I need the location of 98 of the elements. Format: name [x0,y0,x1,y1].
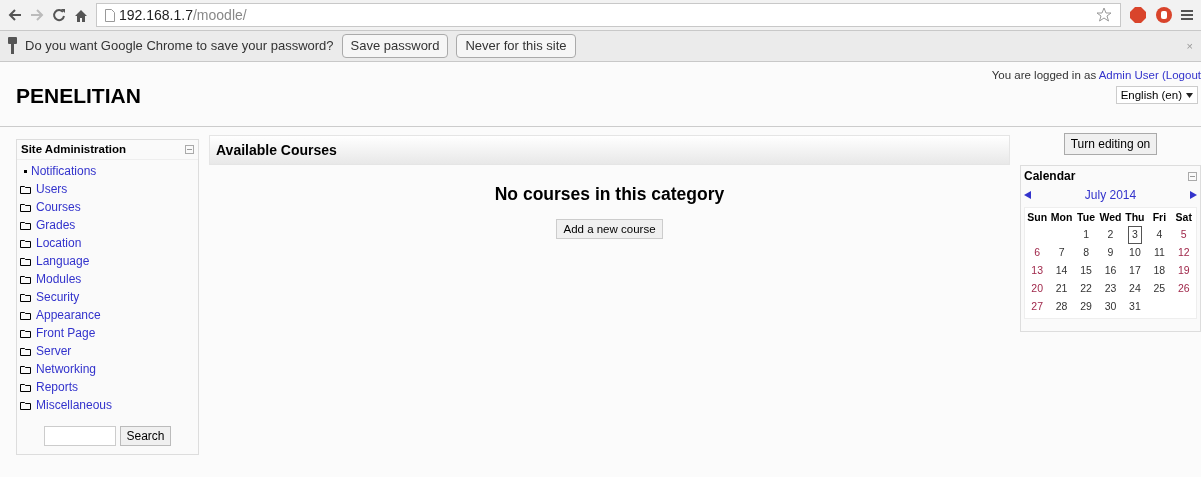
prev-month-icon[interactable] [1024,191,1031,199]
calendar-day[interactable]: 10 [1125,244,1145,262]
calendar-day[interactable]: 9 [1103,244,1118,262]
logout-link[interactable]: (Logout [1162,69,1201,81]
calendar-day[interactable]: 23 [1100,280,1121,298]
collapse-icon[interactable] [1188,171,1197,181]
folder-icon [20,346,31,356]
folder-icon [20,400,31,410]
empty-message: No courses in this category [494,183,725,206]
folder-icon [20,310,31,320]
star-icon[interactable] [1096,7,1112,23]
weekday-label: Mon [1049,210,1074,226]
admin-link[interactable]: Miscellaneous [36,396,113,414]
next-month-icon[interactable] [1190,191,1197,199]
folder-icon [20,202,31,212]
calendar-day[interactable]: 4 [1152,226,1167,244]
admin-link[interactable]: Networking [36,360,97,378]
calendar-day[interactable]: 18 [1149,262,1170,280]
bullet-icon [24,169,27,173]
admin-link[interactable]: Server [36,342,72,360]
block-title: Calendar [1024,168,1076,185]
folder-icon [20,184,31,194]
admin-link[interactable]: Security [36,288,80,306]
home-icon[interactable] [74,8,88,22]
calendar-day[interactable]: 8 [1079,244,1093,262]
calendar-day[interactable]: 26 [1173,280,1194,298]
calendar-day[interactable]: 7 [1054,244,1069,262]
weekday-label: Tue [1076,210,1096,226]
calendar-day[interactable]: 17 [1125,262,1145,280]
calendar-day[interactable]: 6 [1030,244,1045,262]
folder-icon [20,256,31,266]
folder-icon [20,238,31,248]
search-field[interactable] [44,426,117,446]
admin-link[interactable]: Grades [36,216,76,234]
folder-icon [20,364,31,374]
admin-link[interactable]: Users [36,180,68,198]
page-icon [105,8,115,22]
dropdown-icon [1186,92,1193,98]
block-title: Site Administration [21,141,126,157]
month-title: July 2014 [1084,187,1137,204]
admin-link[interactable]: Notifications [31,162,97,180]
infobar-button[interactable]: Never for this site [456,34,576,58]
calendar-day[interactable]: 15 [1076,262,1096,280]
folder-icon [20,274,31,284]
calendar-day[interactable]: 14 [1051,262,1072,280]
language-select[interactable]: English (en) [1115,86,1198,105]
user-link[interactable]: Admin User [1098,69,1159,81]
url-host: 192.168.1.7 [119,5,193,25]
back-icon[interactable] [8,9,22,21]
weekday-label: Thu [1124,210,1146,226]
login-info: You are logged in as [991,69,1098,81]
calendar-day[interactable]: 27 [1027,298,1048,316]
add-course-button[interactable]: Add a new course [556,219,663,240]
calendar-day[interactable]: 5 [1176,226,1191,244]
admin-link[interactable]: Modules [36,270,82,288]
infobar-button[interactable]: Save password [341,34,449,58]
stop-hand-icon[interactable] [1155,6,1173,24]
collapse-icon[interactable] [185,145,194,154]
weekday-label: Wed [1098,210,1123,226]
calendar-day[interactable]: 24 [1125,280,1145,298]
section-title: Available Courses [216,140,337,160]
calendar-day[interactable]: 30 [1100,298,1121,316]
folder-icon [20,292,31,302]
calendar-day[interactable]: 20 [1027,280,1048,298]
calendar-day[interactable]: 12 [1173,244,1194,262]
weekday-label: Sat [1174,210,1193,226]
folder-icon [20,220,31,230]
calendar-day[interactable]: 16 [1100,262,1121,280]
admin-link[interactable]: Location [36,234,82,252]
calendar-day[interactable]: 1 [1079,226,1093,244]
calendar-day[interactable]: 28 [1051,298,1072,316]
calendar-day[interactable]: 29 [1076,298,1096,316]
admin-link[interactable]: Appearance [36,306,101,324]
admin-link[interactable]: Courses [36,198,81,216]
weekday-label: Sun [1026,210,1049,226]
admin-link[interactable]: Language [36,252,90,270]
address-bar[interactable]: 192.168.1.7/moodle/ [96,3,1121,27]
search-button[interactable]: Search [120,426,171,446]
calendar-day[interactable]: 21 [1051,280,1072,298]
calendar-day[interactable]: 11 [1149,244,1169,262]
site-name: PENELITIAN [16,83,141,109]
menu-icon[interactable] [1181,9,1193,21]
calendar-day[interactable]: 31 [1125,298,1145,316]
reload-icon[interactable] [52,8,66,22]
calendar-day[interactable]: 3 [1128,226,1142,244]
url-path: /moodle/ [192,5,247,25]
weekday-label: Fri [1151,210,1168,226]
calendar-day[interactable]: 22 [1076,280,1096,298]
folder-icon [20,382,31,392]
calendar-day[interactable]: 25 [1149,280,1170,298]
editing-button[interactable]: Turn editing on [1063,133,1158,155]
admin-link[interactable]: Front Page [36,324,96,342]
calendar-day[interactable]: 2 [1103,226,1118,244]
admin-link[interactable]: Reports [36,378,79,396]
calendar-day[interactable]: 19 [1173,262,1194,280]
calendar-day[interactable]: 13 [1027,262,1048,280]
password-prompt: Do you want Google Chrome to save your password? [25,37,334,56]
folder-icon [20,328,31,338]
